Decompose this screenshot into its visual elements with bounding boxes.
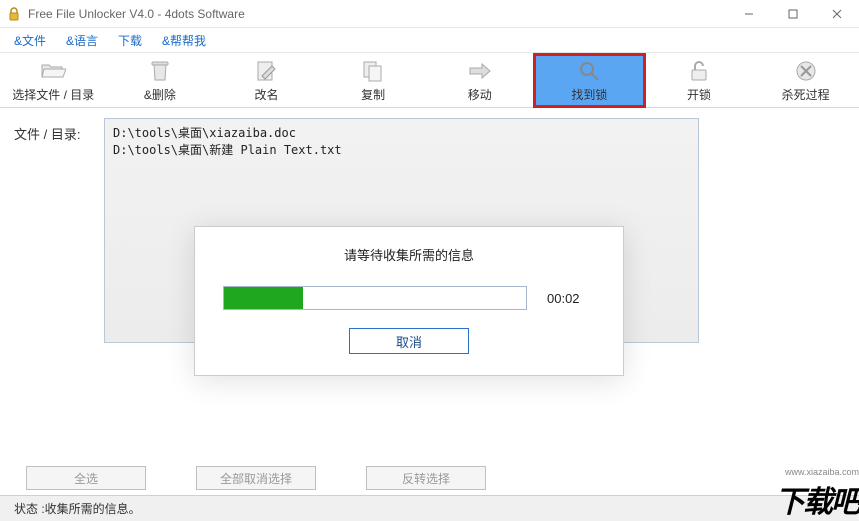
watermark-logo: 下载吧 [775, 477, 859, 521]
magnifier-icon [578, 58, 600, 84]
menu-file[interactable]: &文件 [14, 32, 46, 49]
menu-download[interactable]: 下载 [118, 32, 142, 49]
toolbar: 选择文件 / 目录 &删除 改名 复制 移动 找到锁 开锁 [0, 53, 859, 108]
toolbar-find-lock[interactable]: 找到锁 [533, 53, 646, 108]
files-label: 文件 / 目录: [14, 124, 80, 143]
toolbar-unlock[interactable]: 开锁 [646, 53, 753, 108]
toolbar-select-files[interactable]: 选择文件 / 目录 [0, 53, 107, 108]
progress-fill [224, 287, 303, 309]
toolbar-unlock-label: 开锁 [687, 86, 711, 103]
minimize-button[interactable] [727, 0, 771, 28]
toolbar-move[interactable]: 移动 [427, 53, 534, 108]
rename-icon [256, 58, 278, 84]
unlock-icon [689, 58, 709, 84]
progress-row: 00:02 [223, 286, 595, 310]
toolbar-select-files-label: 选择文件 / 目录 [12, 86, 94, 103]
bottom-bar: 全选 全部取消选择 反转选择 [0, 461, 859, 495]
list-item[interactable]: D:\tools\桌面\xiazaiba.doc [113, 125, 690, 142]
toolbar-copy[interactable]: 复制 [320, 53, 427, 108]
toolbar-kill-process-label: 杀死过程 [782, 86, 830, 103]
toolbar-delete[interactable]: &删除 [107, 53, 214, 108]
watermark: www.xiazaiba.com 下载吧 [775, 467, 859, 521]
dialog-message: 请等待收集所需的信息 [344, 245, 474, 264]
title-bar: Free File Unlocker V4.0 - 4dots Software [0, 0, 859, 28]
menu-language[interactable]: &语言 [66, 32, 98, 49]
progress-bar [223, 286, 527, 310]
toolbar-rename[interactable]: 改名 [213, 53, 320, 108]
toolbar-find-lock-label: 找到锁 [571, 86, 607, 103]
arrow-right-icon [468, 58, 492, 84]
window-controls [727, 0, 859, 28]
toolbar-kill-process[interactable]: 杀死过程 [752, 53, 859, 108]
maximize-button[interactable] [771, 0, 815, 28]
copy-icon [362, 58, 384, 84]
status-label: 状态 : [14, 500, 45, 517]
list-item[interactable]: D:\tools\桌面\新建 Plain Text.txt [113, 142, 690, 159]
kill-icon [795, 58, 817, 84]
toolbar-delete-label: &删除 [144, 86, 176, 103]
deselect-all-button[interactable]: 全部取消选择 [196, 466, 316, 490]
window-title: Free File Unlocker V4.0 - 4dots Software [28, 7, 727, 21]
folder-open-icon [40, 58, 66, 84]
trash-icon [150, 58, 170, 84]
toolbar-rename-label: 改名 [255, 86, 279, 103]
toolbar-move-label: 移动 [468, 86, 492, 103]
invert-selection-button[interactable]: 反转选择 [366, 466, 486, 490]
menu-help[interactable]: &帮帮我 [162, 32, 206, 49]
select-all-button[interactable]: 全选 [26, 466, 146, 490]
menu-bar: &文件 &语言 下载 &帮帮我 [0, 28, 859, 53]
cancel-button[interactable]: 取消 [349, 328, 469, 354]
close-button[interactable] [815, 0, 859, 28]
progress-dialog: 请等待收集所需的信息 00:02 取消 [194, 226, 624, 376]
status-text: 收集所需的信息。 [45, 500, 141, 517]
toolbar-copy-label: 复制 [361, 86, 385, 103]
main-area: 文件 / 目录: D:\tools\桌面\xiazaiba.doc D:\too… [0, 108, 859, 463]
status-bar: 状态 : 收集所需的信息。 [0, 495, 859, 521]
progress-time: 00:02 [547, 291, 595, 306]
app-icon [6, 6, 22, 22]
watermark-site: www.xiazaiba.com [775, 467, 859, 477]
